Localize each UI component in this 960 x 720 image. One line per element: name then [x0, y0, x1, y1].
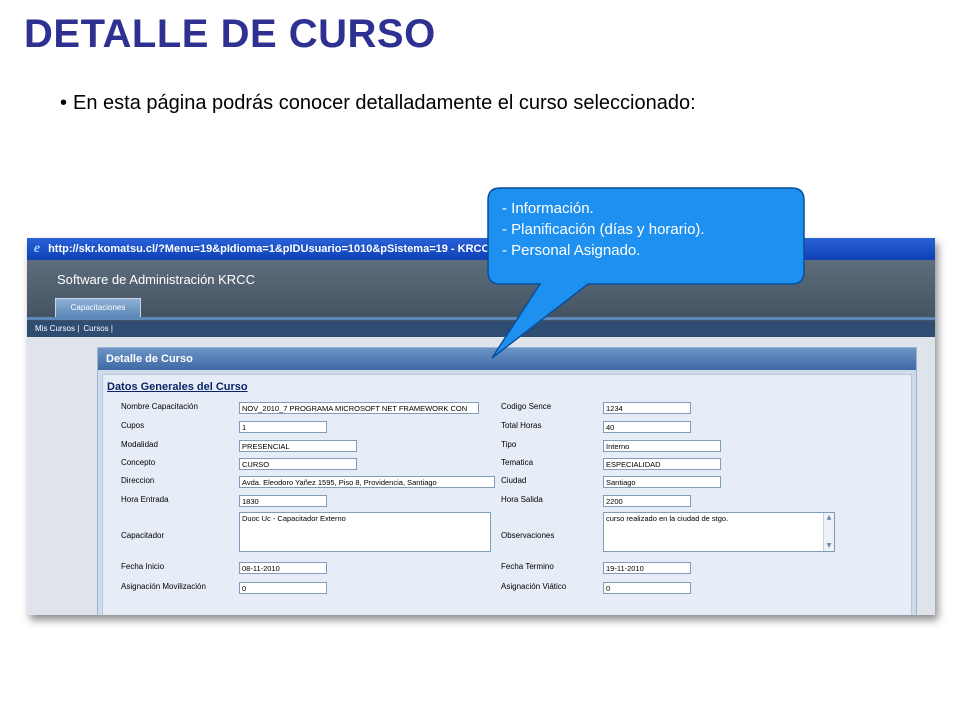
- callout-line-1: - Información.: [502, 200, 594, 217]
- field-ciudad[interactable]: Santiago: [603, 476, 721, 488]
- label-capacitador: Capacitador: [121, 531, 165, 540]
- label-hora-entrada: Hora Entrada: [121, 495, 169, 504]
- field-direccion[interactable]: Avda. Eleodoro Yañez 1595, Piso 8, Provi…: [239, 476, 495, 488]
- detalle-panel: Detalle de Curso Datos Generales del Cur…: [97, 347, 917, 615]
- field-cupos[interactable]: 1: [239, 421, 327, 433]
- label-observaciones: Observaciones: [501, 531, 555, 540]
- label-nombre: Nombre Capacitación: [121, 402, 198, 411]
- field-codigo[interactable]: 1234: [603, 402, 691, 414]
- field-horas[interactable]: 40: [603, 421, 691, 433]
- capacitador-value: Duoc Uc - Capacitador Externo: [242, 514, 346, 523]
- internet-explorer-icon: e: [33, 241, 41, 256]
- callout-line-2: - Planificación (días y horario).: [502, 221, 705, 238]
- intro-bullet: • En esta página podrás conocer detallada…: [60, 92, 696, 115]
- intro-text: En esta página podrás conocer detalladam…: [73, 92, 696, 114]
- label-direccion: Direccion: [121, 476, 155, 485]
- field-modalidad[interactable]: PRESENCIAL: [239, 440, 357, 452]
- textarea-capacitador[interactable]: Duoc Uc - Capacitador Externo: [239, 512, 491, 552]
- field-hora-salida[interactable]: 2200: [603, 495, 691, 507]
- field-hora-entrada[interactable]: 1830: [239, 495, 327, 507]
- field-nombre[interactable]: NOV_2010_7 PROGRAMA MICROSOFT NET FRAMEW…: [239, 402, 479, 414]
- app-title: Software de Administración KRCC: [57, 272, 255, 287]
- label-cupos: Cupos: [121, 421, 145, 430]
- label-codigo: Codigo Sence: [501, 402, 552, 411]
- callout-line-3: - Personal Asignado.: [502, 242, 641, 259]
- label-fecha-termino: Fecha Termino: [501, 562, 554, 571]
- observaciones-value: curso realizado en la ciudad de stgo.: [606, 514, 729, 523]
- field-tipo[interactable]: Interno: [603, 440, 721, 452]
- section-title: Datos Generales del Curso: [107, 381, 248, 393]
- label-viatico: Asignación Viático: [501, 582, 567, 591]
- label-hora-salida: Hora Salida: [501, 495, 543, 504]
- label-concepto: Concepto: [121, 458, 156, 467]
- field-tematica[interactable]: ESPECIALIDAD: [603, 458, 721, 470]
- label-horas: Total Horas: [501, 421, 542, 430]
- label-movilizacion: Asignación Movilización: [121, 582, 206, 591]
- bullet-dot: •: [60, 92, 68, 114]
- field-concepto[interactable]: CURSO: [239, 458, 357, 470]
- field-fecha-termino[interactable]: 19-11-2010: [603, 562, 691, 574]
- field-fecha-inicio[interactable]: 08-11-2010: [239, 562, 327, 574]
- scroll-up-icon[interactable]: ▲: [824, 513, 834, 523]
- label-fecha-inicio: Fecha Inicio: [121, 562, 165, 571]
- textarea-observaciones[interactable]: curso realizado en la ciudad de stgo. ▲ …: [603, 512, 835, 552]
- nav-mis-cursos[interactable]: Mis Cursos |: [35, 324, 79, 333]
- label-tipo: Tipo: [501, 440, 517, 449]
- panel-body: Datos Generales del Curso Nombre Capacit…: [102, 374, 912, 615]
- field-viatico[interactable]: 0: [603, 582, 691, 594]
- tab-capacitaciones[interactable]: Capacitaciones: [55, 298, 141, 317]
- observaciones-scrollbar[interactable]: ▲ ▼: [823, 513, 834, 551]
- nav-cursos[interactable]: Cursos |: [83, 324, 113, 333]
- label-modalidad: Modalidad: [121, 440, 158, 449]
- scroll-down-icon[interactable]: ▼: [824, 541, 834, 551]
- field-movilizacion[interactable]: 0: [239, 582, 327, 594]
- slide-title: DETALLE DE CURSO: [24, 12, 436, 56]
- label-ciudad: Ciudad: [501, 476, 527, 485]
- label-tematica: Tematica: [501, 458, 534, 467]
- callout-text: - Información. - Planificación (días y h…: [502, 198, 705, 261]
